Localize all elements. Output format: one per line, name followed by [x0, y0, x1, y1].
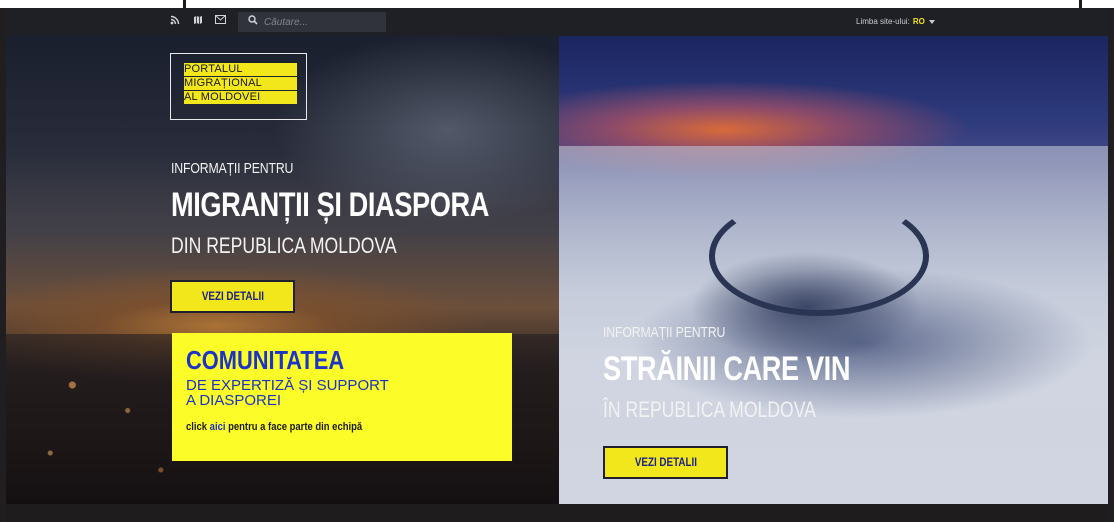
caret-down-icon [928, 19, 935, 24]
migrants-subtitle: INFORMAȚII PENTRU [171, 160, 294, 177]
language-label: Limba site-ului: [856, 17, 910, 26]
search-icon [248, 15, 258, 28]
top-header: Limba site-ului:RO [6, 8, 1108, 36]
community-title: COMUNITATEA [186, 345, 345, 375]
browser-top-strip [0, 0, 1114, 8]
page-frame-right [1108, 8, 1114, 522]
migrants-title: MIGRANȚII ȘI DIASPORA [171, 186, 490, 224]
river-bend-shape [709, 196, 929, 316]
foreigners-tagline: ÎN REPUBLICA MOLDOVA [603, 397, 816, 422]
community-cta: click aici pentru a face parte din echip… [186, 421, 362, 433]
logo-line: MIGRAȚIONAL [184, 77, 297, 90]
language-selector[interactable]: Limba site-ului: RO [856, 17, 935, 26]
language-code: RO [912, 17, 925, 26]
search-box[interactable] [238, 12, 386, 32]
search-input[interactable] [264, 14, 380, 30]
logo-line: AL MOLDOVEI [184, 91, 297, 104]
portal-logo[interactable]: PORTALUL MIGRAȚIONAL AL MOLDOVEI [170, 53, 307, 120]
community-subtitle-line: DE EXPERTIZĂ ȘI SUPPORT [186, 377, 389, 394]
community-box[interactable]: COMUNITATEA DE EXPERTIZĂ ȘI SUPPORT A DI… [172, 333, 512, 461]
cta-prefix: click [186, 421, 210, 433]
map-icon[interactable] [192, 15, 204, 27]
button-label: VEZI DETALII [634, 455, 697, 469]
page-footer-strip [6, 504, 1108, 522]
rss-icon[interactable] [169, 15, 181, 27]
migrants-details-button[interactable]: VEZI DETALII [170, 280, 295, 313]
hero-foreigners-background [559, 36, 1108, 504]
scroll-marker [183, 0, 186, 8]
mail-icon[interactable] [214, 15, 226, 27]
migrants-tagline: DIN REPUBLICA MOLDOVA [171, 233, 397, 258]
community-subtitle-line: A DIASPOREI [186, 392, 282, 409]
scroll-marker [1079, 0, 1082, 8]
foreigners-title: STRĂINII CARE VIN [603, 350, 851, 388]
join-team-link[interactable]: aici [210, 421, 226, 433]
foreigners-details-button[interactable]: VEZI DETALII [603, 446, 728, 479]
logo-line: PORTALUL [184, 63, 297, 76]
cta-suffix: pentru a face parte din echipă [225, 421, 363, 433]
button-label: VEZI DETALII [201, 289, 264, 303]
community-subtitle: DE EXPERTIZĂ ȘI SUPPORT A DIASPOREI [186, 378, 389, 408]
foreigners-subtitle: INFORMAȚII PENTRU [603, 324, 726, 341]
